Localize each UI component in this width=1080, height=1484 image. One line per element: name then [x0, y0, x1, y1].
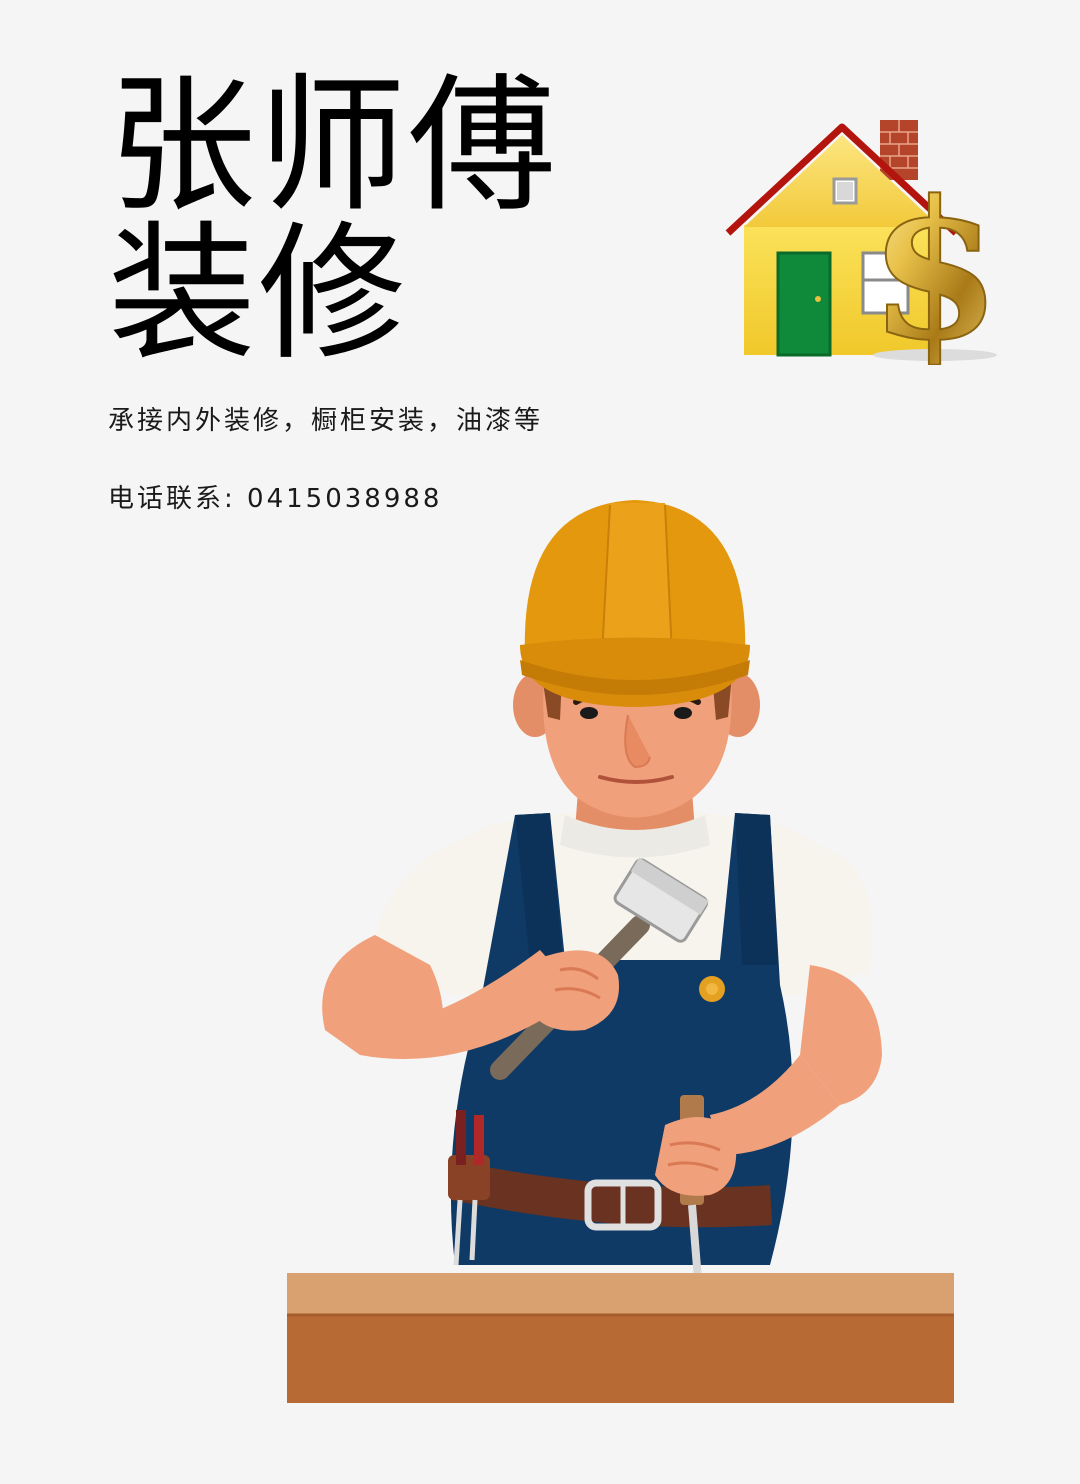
svg-text:$: $	[869, 159, 1001, 365]
services-text: 承接内外装修，橱柜安装，油漆等	[108, 406, 544, 436]
contact-label: 电话联系:	[108, 484, 236, 514]
title-line-1: 张师傅	[108, 60, 558, 232]
carpenter-illustration	[280, 495, 970, 1410]
house-dollar-icon: $	[720, 115, 1005, 365]
page-title: 张师傅 装修	[108, 72, 558, 368]
title-line-2: 装修	[108, 208, 408, 380]
flyer-page: 张师傅 装修 承接内外装修，橱柜安装，油漆等 电话联系: 0415038988	[0, 0, 1080, 1484]
